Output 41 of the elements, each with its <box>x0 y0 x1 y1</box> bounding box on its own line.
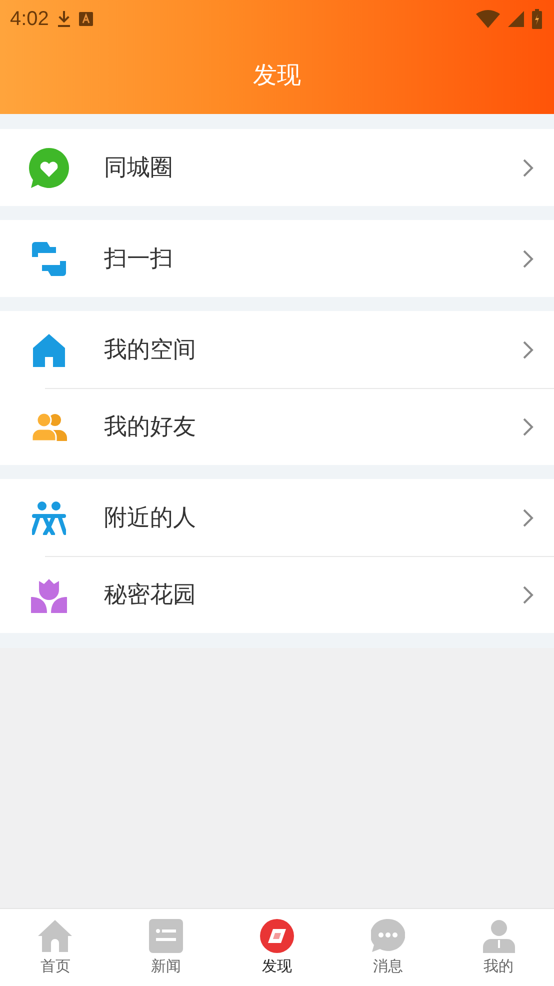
battery-icon <box>532 9 542 29</box>
chevron-right-icon <box>522 584 534 604</box>
wifi-icon <box>476 10 500 28</box>
menu-label: 扫一扫 <box>104 245 174 274</box>
user-icon <box>482 919 516 953</box>
flower-icon <box>31 576 67 612</box>
menu-label: 我的好友 <box>104 413 197 442</box>
status-time: 4:02 <box>10 8 49 30</box>
menu-item[interactable]: 我的空间 <box>0 311 554 388</box>
tab[interactable]: 我的 <box>443 909 554 986</box>
chevron-right-icon <box>522 158 534 178</box>
chat-bubble-icon <box>370 919 405 953</box>
compass-icon <box>260 919 294 953</box>
download-icon <box>56 10 71 28</box>
tab[interactable]: 发现 <box>222 909 332 986</box>
menu-item[interactable]: 同城圈 <box>0 129 554 206</box>
chevron-right-icon <box>522 340 534 360</box>
menu-label: 同城圈 <box>104 154 174 183</box>
menu-item[interactable]: 附近的人 <box>0 479 554 556</box>
menu-item[interactable]: 扫一扫 <box>0 220 554 297</box>
menu-label: 附近的人 <box>104 504 197 533</box>
two-people-icon <box>32 500 66 534</box>
chevron-right-icon <box>522 416 534 436</box>
menu-label: 秘密花园 <box>104 581 197 610</box>
font-icon <box>78 12 93 26</box>
tab[interactable]: 首页 <box>0 909 111 986</box>
signal-icon <box>508 11 524 27</box>
home-icon <box>38 919 72 953</box>
chevron-right-icon <box>522 508 534 528</box>
menu-item[interactable]: 我的好友 <box>0 388 554 465</box>
menu-label: 我的空间 <box>104 336 197 365</box>
house-icon <box>32 332 66 366</box>
chevron-right-icon <box>522 248 534 268</box>
menu-item[interactable]: 秘密花园 <box>0 556 554 633</box>
heart-chat-icon <box>28 146 70 188</box>
scan-icon <box>30 240 68 276</box>
tab[interactable]: 新闻 <box>110 909 222 986</box>
people-icon <box>31 412 67 442</box>
page-title: 发现 <box>253 60 301 91</box>
news-icon <box>149 919 184 953</box>
tab[interactable]: 消息 <box>332 909 444 986</box>
